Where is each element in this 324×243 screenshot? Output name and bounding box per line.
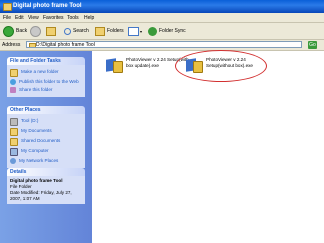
toolbar: Back Search Folders ▾ Folder Sync [0,23,324,40]
place-my-computer[interactable]: My Computer [10,148,82,156]
address-label: Address [2,42,21,48]
address-field[interactable]: D:\Digital photo frame Tool [26,41,302,48]
task-label: Publish this folder to the Web [19,79,79,84]
search-label: Search [73,28,89,34]
details-panel: Details Digital photo frame Tool File Fo… [7,168,85,204]
place-my-network[interactable]: My Network Places [10,158,82,164]
documents-icon [10,128,18,136]
panel-header[interactable]: Other Places [7,106,85,114]
place-label: Shared Documents [21,138,61,143]
menu-file[interactable]: File [3,15,11,21]
task-publish-web[interactable]: Publish this folder to the Web [10,79,82,85]
up-button[interactable] [46,26,56,36]
menu-view[interactable]: View [28,15,39,21]
installer-icon [106,57,123,73]
menu-edit[interactable]: Edit [15,15,24,21]
details-modified: Date Modified: Friday, July 27, 2007, 1:… [10,190,72,201]
go-label: Go [309,42,316,48]
task-pane: File and Folder Tasks Make a new folder … [0,51,92,243]
task-label: Share this folder [19,87,53,92]
menu-bar: File Edit View Favorites Tools Help [0,13,324,23]
menu-tools[interactable]: Tools [67,15,79,21]
new-folder-icon [10,69,18,77]
drive-icon [10,118,18,126]
shared-folder-icon [10,138,18,146]
folders-button[interactable]: Folders [95,26,124,36]
file-folder-tasks-panel: File and Folder Tasks Make a new folder … [7,57,85,97]
other-places-panel: Other Places Tool (D:) My Documents Shar… [7,106,85,168]
place-my-documents[interactable]: My Documents [10,128,82,136]
globe-icon [10,79,16,85]
folder-sync-label: Folder Sync [159,28,186,34]
folders-icon [95,26,105,36]
forward-arrow-icon [30,25,41,37]
task-label: Make a new folder [21,69,59,74]
views-icon [128,26,139,36]
folder-sync-icon [148,26,157,36]
forward-button[interactable] [30,25,41,37]
window-title: Digital photo frame Tool [13,3,82,9]
network-icon [10,158,16,164]
highlight-ring [175,50,267,82]
menu-favorites[interactable]: Favorites [43,15,64,21]
back-arrow-icon [3,25,14,37]
place-tool-drive[interactable]: Tool (D:) [10,118,82,126]
task-share-folder[interactable]: Share this folder [10,87,82,93]
folder-sync-button[interactable]: Folder Sync [148,26,186,36]
place-shared-documents[interactable]: Shared Documents [10,138,82,146]
place-label: My Network Places [19,158,59,163]
place-label: Tool (D:) [21,118,39,123]
back-button[interactable]: Back [3,25,28,37]
menu-help[interactable]: Help [84,15,94,21]
back-label: Back [16,28,28,34]
computer-icon [10,148,18,156]
folder-icon [29,43,36,47]
title-bar: Digital photo frame Tool [0,0,324,13]
search-button[interactable]: Search [64,26,89,36]
chevron-down-icon: ▾ [140,28,143,34]
address-value: D:\Digital photo frame Tool [36,42,95,48]
address-bar: Address D:\Digital photo frame Tool Go [0,40,324,51]
folder-icon [3,3,12,11]
panel-header[interactable]: Details [7,168,85,176]
views-button[interactable]: ▾ [128,26,142,36]
share-icon [10,87,16,93]
place-label: My Documents [21,128,52,133]
place-label: My Computer [21,148,49,153]
search-icon [64,27,71,35]
folders-label: Folders [107,28,124,34]
go-button[interactable]: Go [308,41,317,49]
panel-header[interactable]: File and Folder Tasks [7,57,85,65]
up-folder-icon [46,26,56,36]
task-make-new-folder[interactable]: Make a new folder [10,69,82,77]
